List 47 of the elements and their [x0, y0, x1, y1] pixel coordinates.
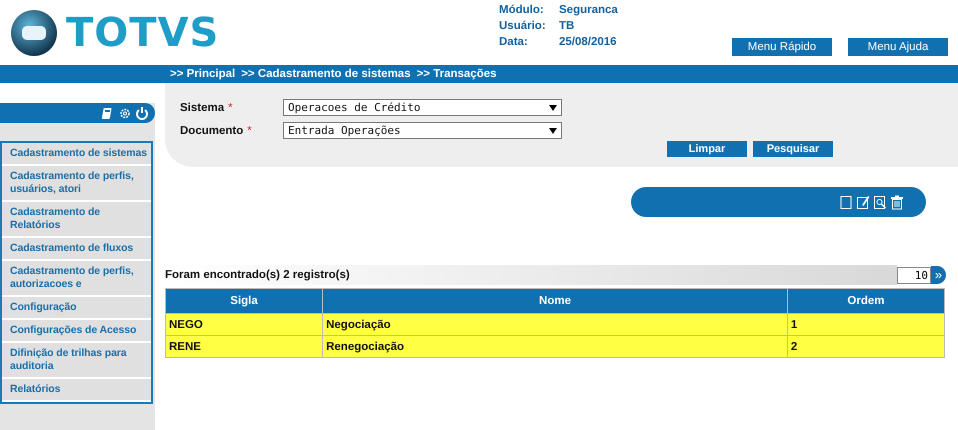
search-icon[interactable] — [873, 194, 887, 210]
dropdown-arrow-icon[interactable] — [549, 104, 557, 110]
info-label: Usuário: — [499, 20, 547, 32]
sidebar-item[interactable]: Relatórios — [2, 379, 151, 402]
sidebar-item[interactable]: Cadastramento de perfis, usuários, atori — [2, 166, 151, 202]
sidebar-item[interactable]: Configuração — [2, 297, 151, 320]
info-label: Data: — [499, 36, 529, 48]
sidebar-item[interactable]: Configurações de Acesso — [2, 320, 151, 343]
dropdown-arrow-icon[interactable] — [549, 128, 557, 134]
form-button[interactable]: Pesquisar — [753, 141, 833, 157]
table-cell: Renegociação — [322, 336, 788, 358]
trash-icon[interactable] — [890, 194, 904, 210]
field-label: Sistema * — [180, 102, 234, 114]
info-value: TB — [559, 20, 576, 32]
breadcrumb-link[interactable]: >> Principal — [170, 68, 236, 80]
menu-button[interactable]: Menu Ajuda — [848, 38, 948, 56]
sidebar-item[interactable]: Cadastramento de Relatórios — [2, 202, 151, 238]
next-page-button[interactable]: » — [931, 266, 946, 284]
breadcrumb-link[interactable]: >> Transações — [416, 68, 497, 80]
select-field[interactable]: Entrada Operações — [283, 122, 562, 139]
column-header: Ordem — [787, 288, 944, 314]
logo-text: TOTVS — [66, 10, 220, 56]
breadcrumb-link[interactable]: >> Cadastramento de sistemas — [241, 68, 411, 80]
form-button[interactable]: Limpar — [667, 141, 747, 157]
info-value: 25/08/2016 — [559, 36, 618, 48]
menu-button[interactable]: Menu Rápido — [732, 38, 832, 56]
page-size-field[interactable]: 10 — [897, 266, 931, 284]
field-label: Documento * — [180, 124, 253, 136]
table-cell: RENE — [166, 336, 323, 358]
results-summary: Foram encontrado(s) 2 registro(s) — [165, 265, 897, 285]
sidebar-item[interactable]: Cadastramento de perfis, autorizacoes e — [2, 261, 151, 297]
column-header: Nome — [322, 288, 788, 314]
sidebar-item[interactable]: Cadastramento de fluxos — [2, 238, 151, 261]
sidebar-item[interactable]: Cadastramento de sistemas — [2, 143, 151, 166]
new-icon[interactable] — [839, 194, 853, 210]
info-label: Módulo: — [499, 4, 545, 16]
sidebar-item[interactable]: Difinição de trilhas para auditoria — [2, 343, 151, 379]
power-icon[interactable] — [135, 106, 149, 120]
table-cell: NEGO — [166, 314, 323, 336]
select-field[interactable]: Operacoes de Crédito — [283, 99, 562, 116]
table-cell: 2 — [787, 336, 944, 358]
table-cell: Negociação — [322, 314, 788, 336]
info-value: Seguranca — [559, 4, 618, 16]
table-cell: 1 — [787, 314, 944, 336]
edit-icon[interactable] — [856, 194, 870, 210]
logo-icon — [10, 9, 58, 57]
column-header: Sigla — [166, 288, 323, 314]
